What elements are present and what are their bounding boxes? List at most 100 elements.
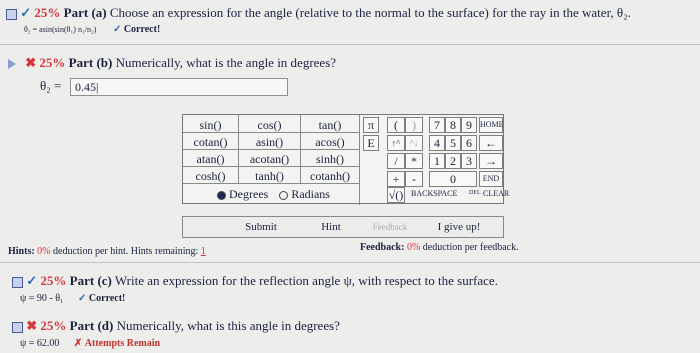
collapse-icon[interactable]	[12, 321, 23, 333]
divider	[0, 44, 700, 45]
part-c-header: ✓ 25% Part (c) Write an expression for t…	[12, 273, 498, 289]
key-1[interactable]: 1	[429, 153, 445, 169]
degrees-radio[interactable]	[217, 190, 226, 200]
key-6[interactable]: 6	[461, 135, 477, 151]
hints-text: deduction per hint. Hints remaining:	[53, 246, 199, 257]
part-b-percent: 25%	[39, 55, 66, 70]
key-backspace[interactable]: BACKSPACE	[411, 189, 457, 198]
key-2[interactable]: 2	[445, 153, 461, 169]
key-open-paren[interactable]: (	[387, 117, 405, 133]
key-del[interactable]: DEL	[469, 190, 481, 196]
key-acotan[interactable]: acotan()	[239, 152, 300, 167]
check-icon: ✓	[78, 293, 87, 304]
key-sinh[interactable]: sinh()	[301, 152, 359, 167]
check-icon: ✓	[112, 24, 122, 35]
part-d-status: Attempts Remain	[84, 338, 161, 349]
part-d-header: ✖ 25% Part (d) Numerically, what is this…	[12, 318, 340, 334]
collapse-icon[interactable]	[6, 8, 17, 20]
part-c-answer: ψ = 90 - θ₁ ✓ Correct!	[20, 293, 125, 304]
key-3[interactable]: 3	[461, 153, 477, 169]
key-asin[interactable]: asin()	[239, 135, 300, 150]
key-5[interactable]: 5	[445, 135, 461, 151]
function-grid: sin() cos() tan() cotan() asin() acos() …	[183, 115, 360, 205]
action-bar: Submit Hint Feedback I give up!	[182, 216, 504, 238]
hints-info: Hints: 0% deduction per hint. Hints rema…	[8, 246, 206, 257]
calculator-keypad: sin() cos() tan() cotan() asin() acos() …	[182, 114, 509, 205]
key-power-up[interactable]: ↑^	[387, 135, 405, 151]
part-a-label: Part (a)	[63, 5, 107, 20]
key-tan[interactable]: tan()	[301, 118, 359, 133]
degrees-label: Degrees	[229, 187, 269, 201]
key-cotan[interactable]: cotan()	[183, 135, 238, 150]
key-right-arrow[interactable]: →	[479, 153, 503, 169]
key-cosh[interactable]: cosh()	[183, 169, 238, 184]
part-a-percent: 25%	[34, 5, 61, 20]
feedback-percent: 0%	[406, 242, 421, 253]
key-cotanh[interactable]: cotanh()	[301, 169, 359, 184]
part-d-answer: ψ = 62.00 ✗ Attempts Remain	[20, 338, 160, 349]
key-9[interactable]: 9	[461, 117, 477, 133]
hints-percent: 0%	[37, 246, 51, 257]
key-acos[interactable]: acos()	[301, 135, 359, 150]
feedback-info: Feedback: 0% deduction per feedback.	[360, 242, 519, 253]
key-plus[interactable]: +	[387, 171, 405, 187]
key-pi[interactable]: π	[363, 117, 379, 133]
part-d-label: Part (d)	[69, 318, 114, 333]
part-d-question: Numerically, what is this angle in degre…	[116, 318, 340, 333]
part-d-answer-expr: ψ = 62.00	[20, 338, 60, 349]
expand-arrow-icon[interactable]	[8, 59, 16, 70]
submit-button[interactable]: Submit	[238, 219, 284, 235]
divider	[0, 262, 700, 263]
feedback-label: Feedback:	[360, 242, 405, 253]
key-minus[interactable]: -	[405, 171, 423, 187]
key-clear[interactable]: CLEAR	[483, 189, 509, 198]
key-power-down[interactable]: ^↓	[405, 135, 423, 151]
part-c-status: Correct!	[88, 293, 126, 304]
feedback-text: deduction per feedback.	[422, 242, 519, 253]
part-b-question: Numerically, what is the angle in degree…	[115, 55, 337, 70]
key-left-arrow[interactable]: ←	[479, 135, 503, 151]
part-b-header: ✖ 25% Part (b) Numerically, what is the …	[8, 55, 336, 71]
key-atan[interactable]: atan()	[183, 152, 238, 167]
part-b-label: Part (b)	[68, 55, 113, 70]
part-c-answer-expr: ψ = 90 - θ₁	[20, 293, 64, 304]
key-close-paren[interactable]: )	[405, 117, 423, 133]
part-a-question: Choose an expression for the angle (rela…	[109, 5, 631, 20]
part-a-header: ✓ 25% Part (a) Choose an expression for …	[6, 5, 631, 21]
key-cos[interactable]: cos()	[239, 118, 300, 133]
key-home[interactable]: HOME	[479, 117, 504, 133]
hints-label: Hints:	[8, 246, 35, 257]
wrong-icon: ✖	[26, 318, 38, 333]
key-0[interactable]: 0	[429, 171, 477, 187]
answer-input[interactable]: 0.45|	[70, 78, 288, 96]
theta2-label: θ₂ =	[40, 78, 62, 93]
radians-radio[interactable]	[279, 190, 289, 200]
checkmark-icon: ✓	[20, 5, 32, 20]
radians-label: Radians	[291, 187, 330, 201]
collapse-icon[interactable]	[12, 276, 23, 288]
key-8[interactable]: 8	[445, 117, 461, 133]
checkmark-icon: ✓	[26, 273, 38, 288]
part-c-question: Write an expression for the reflection a…	[114, 273, 498, 288]
feedback-button[interactable]: Feedback	[369, 219, 411, 235]
x-icon: ✗	[73, 338, 83, 349]
key-sin[interactable]: sin()	[183, 118, 238, 133]
key-divide[interactable]: /	[387, 153, 405, 169]
part-c-label: Part (c)	[69, 273, 112, 288]
key-7[interactable]: 7	[429, 117, 445, 133]
part-a-status: Correct!	[123, 24, 161, 35]
key-sqrt[interactable]: √()	[387, 187, 405, 203]
give-up-button[interactable]: I give up!	[431, 219, 487, 235]
key-end[interactable]: END	[479, 171, 503, 187]
part-a-answer: θ₂ = asin(sin(θ₁) n₁/n₂) ✓ Correct!	[24, 24, 160, 35]
hints-remaining: 1	[200, 246, 206, 257]
key-e[interactable]: E	[363, 135, 379, 151]
part-c-percent: 25%	[40, 273, 67, 288]
key-tanh[interactable]: tanh()	[239, 169, 300, 184]
key-4[interactable]: 4	[429, 135, 445, 151]
hint-button[interactable]: Hint	[313, 219, 349, 235]
key-multiply[interactable]: *	[405, 153, 423, 169]
part-d-percent: 25%	[40, 318, 67, 333]
part-a-answer-expr: θ₂ = asin(sin(θ₁) n₁/n₂)	[24, 25, 97, 34]
angle-mode: Degrees Radians	[217, 187, 330, 202]
